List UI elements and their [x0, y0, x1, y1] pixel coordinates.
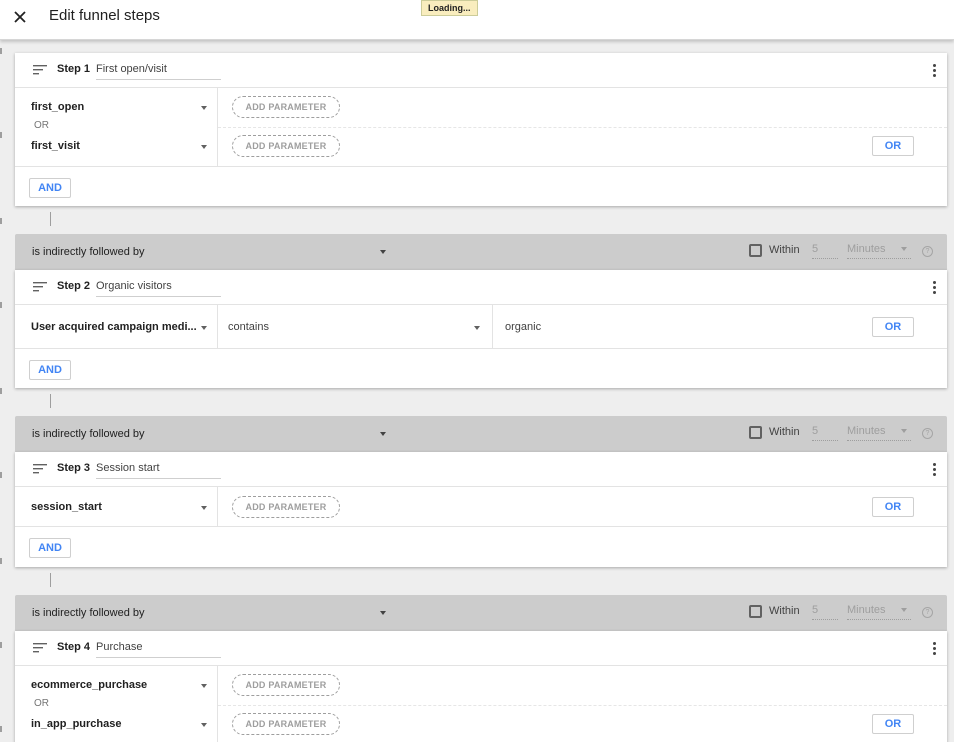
within-checkbox[interactable] — [749, 244, 762, 257]
sequence-bar: is indirectly followed by Within 5 Minut… — [15, 234, 947, 270]
within-label: Within — [769, 426, 800, 438]
add-parameter-button[interactable]: ADD PARAMETER — [232, 713, 340, 735]
within-unit-select[interactable]: Minutes — [847, 243, 911, 259]
step-card-3: Step 3 Session start session_start ADD P… — [15, 452, 947, 567]
step-card-1: Step 1 First open/visit first_open OR fi… — [15, 53, 947, 206]
event-select[interactable]: session_start — [31, 501, 207, 519]
or-button[interactable]: OR — [872, 714, 914, 734]
loading-indicator: Loading... — [421, 0, 478, 16]
within-checkbox[interactable] — [749, 426, 762, 439]
or-label: OR — [34, 120, 49, 131]
and-row: AND — [15, 527, 947, 566]
step-label: Step 3 — [57, 462, 91, 474]
help-icon[interactable]: ? — [922, 428, 933, 439]
or-button[interactable]: OR — [872, 317, 914, 337]
within-value-input[interactable]: 5 — [812, 243, 838, 259]
caret-down-icon — [901, 247, 907, 251]
dimension-condition: User acquired campaign medi... contains … — [15, 305, 947, 349]
step-connector — [50, 212, 51, 226]
within-label: Within — [769, 605, 800, 617]
more-vert-icon[interactable] — [933, 281, 937, 295]
or-button[interactable]: OR — [872, 136, 914, 156]
step-header: Step 1 First open/visit — [15, 53, 947, 88]
event-select[interactable]: first_open — [31, 101, 207, 119]
sort-icon[interactable] — [33, 281, 47, 293]
event-select[interactable]: first_visit — [31, 140, 207, 158]
step-connector — [50, 394, 51, 408]
caret-down-icon — [201, 145, 207, 149]
within-value-input[interactable]: 5 — [812, 604, 838, 620]
sequence-relation-select[interactable]: is indirectly followed by — [32, 246, 386, 258]
event-conditions: first_open OR first_visit ADD PARAMETER … — [15, 88, 947, 167]
row-divider — [218, 127, 947, 128]
within-unit-select[interactable]: Minutes — [847, 604, 911, 620]
and-row: AND — [15, 349, 947, 388]
caret-down-icon — [380, 250, 386, 254]
sort-icon[interactable] — [33, 463, 47, 475]
step-label: Step 4 — [57, 641, 91, 653]
sort-icon[interactable] — [33, 642, 47, 654]
condition-value-input[interactable]: organic — [505, 321, 541, 333]
step-label: Step 1 — [57, 63, 91, 75]
and-row: AND — [15, 167, 947, 206]
step-name-input[interactable]: Organic visitors — [96, 279, 221, 297]
add-parameter-button[interactable]: ADD PARAMETER — [232, 135, 340, 157]
caret-down-icon — [380, 432, 386, 436]
within-unit-select[interactable]: Minutes — [847, 425, 911, 441]
more-vert-icon[interactable] — [933, 642, 937, 656]
caret-down-icon — [901, 608, 907, 612]
step-card-4: Step 4 Purchase ecommerce_purchase OR in… — [15, 631, 947, 742]
within-label: Within — [769, 244, 800, 256]
page-title: Edit funnel steps — [49, 7, 160, 24]
within-value-input[interactable]: 5 — [812, 425, 838, 441]
close-icon[interactable] — [9, 6, 31, 28]
add-parameter-button[interactable]: ADD PARAMETER — [232, 496, 340, 518]
event-select[interactable]: ecommerce_purchase — [31, 679, 207, 697]
operator-select[interactable]: contains — [228, 321, 480, 339]
and-button[interactable]: AND — [29, 178, 71, 198]
step-card-2: Step 2 Organic visitors User acquired ca… — [15, 270, 947, 388]
add-parameter-button[interactable]: ADD PARAMETER — [232, 674, 340, 696]
help-icon[interactable]: ? — [922, 246, 933, 257]
caret-down-icon — [380, 611, 386, 615]
help-icon[interactable]: ? — [922, 607, 933, 618]
step-header: Step 2 Organic visitors — [15, 270, 947, 305]
funnel-editor: Step 1 First open/visit first_open OR fi… — [0, 40, 954, 742]
step-header: Step 4 Purchase — [15, 631, 947, 666]
event-select[interactable]: in_app_purchase — [31, 718, 207, 736]
step-header: Step 3 Session start — [15, 452, 947, 487]
step-connector — [50, 573, 51, 587]
sequence-relation-select[interactable]: is indirectly followed by — [32, 428, 386, 440]
dimension-select[interactable]: User acquired campaign medi... — [31, 321, 207, 339]
sort-icon[interactable] — [33, 64, 47, 76]
caret-down-icon — [201, 326, 207, 330]
sequence-bar: is indirectly followed by Within 5 Minut… — [15, 416, 947, 452]
or-label: OR — [34, 698, 49, 709]
add-parameter-button[interactable]: ADD PARAMETER — [232, 96, 340, 118]
caret-down-icon — [201, 506, 207, 510]
sequence-bar: is indirectly followed by Within 5 Minut… — [15, 595, 947, 631]
more-vert-icon[interactable] — [933, 64, 937, 78]
caret-down-icon — [201, 723, 207, 727]
step-name-input[interactable]: Purchase — [96, 640, 221, 658]
caret-down-icon — [201, 106, 207, 110]
and-button[interactable]: AND — [29, 360, 71, 380]
event-conditions: ecommerce_purchase OR in_app_purchase AD… — [15, 666, 947, 742]
more-vert-icon[interactable] — [933, 463, 937, 477]
caret-down-icon — [201, 684, 207, 688]
step-label: Step 2 — [57, 280, 91, 292]
sequence-relation-select[interactable]: is indirectly followed by — [32, 607, 386, 619]
event-conditions: session_start ADD PARAMETER OR — [15, 487, 947, 527]
caret-down-icon — [901, 429, 907, 433]
and-button[interactable]: AND — [29, 538, 71, 558]
caret-down-icon — [474, 326, 480, 330]
step-name-input[interactable]: Session start — [96, 461, 221, 479]
row-divider — [218, 705, 947, 706]
within-checkbox[interactable] — [749, 605, 762, 618]
or-button[interactable]: OR — [872, 497, 914, 517]
step-name-input[interactable]: First open/visit — [96, 62, 221, 80]
